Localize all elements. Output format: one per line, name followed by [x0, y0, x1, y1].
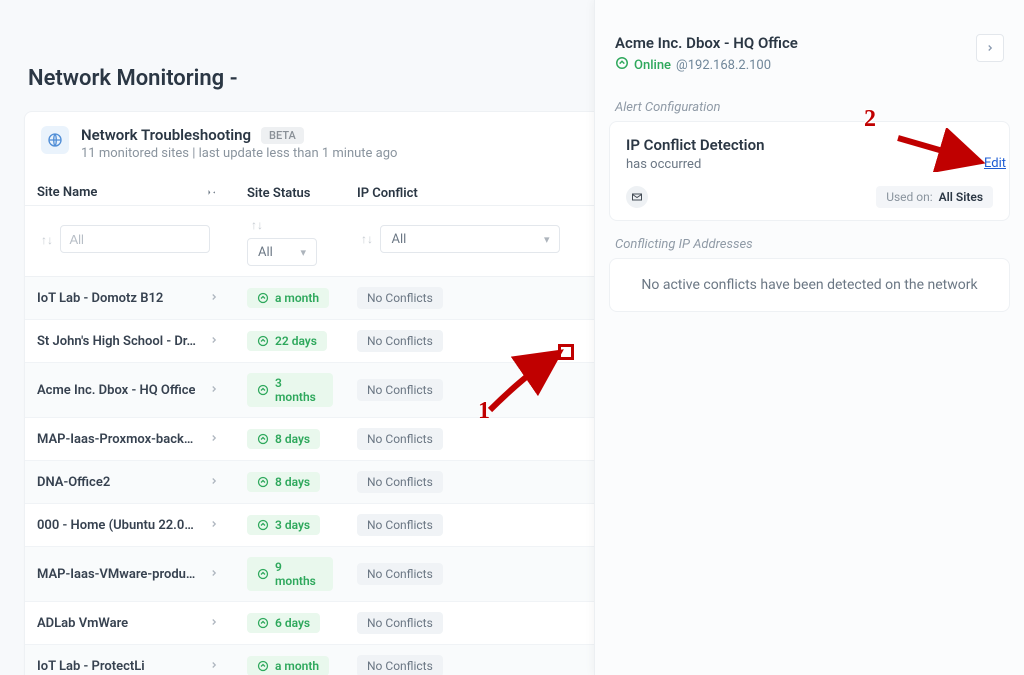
up-arrow-icon [257, 476, 269, 488]
col-site-status[interactable]: Site Status [247, 186, 311, 201]
edit-link[interactable]: Edit [984, 156, 1006, 171]
conflicting-addresses-section-label: Conflicting IP Addresses [595, 221, 1024, 258]
site-name-cell: ADLab VmWare [37, 616, 128, 631]
up-arrow-icon [257, 335, 269, 347]
status-pill: 22 days [247, 331, 327, 351]
up-arrow-icon [257, 384, 269, 396]
globe-icon [41, 126, 69, 154]
alert-subtitle: has occurred [626, 157, 993, 172]
alert-config-card: IP Conflict Detection has occurred Used … [609, 121, 1010, 221]
site-name-cell: IoT Lab - Domotz B12 [37, 291, 163, 306]
used-on-value: All Sites [939, 190, 983, 204]
status-pill: 8 days [247, 429, 320, 449]
status-pill: 9 months [247, 557, 333, 591]
chevron-right-icon[interactable] [205, 432, 223, 446]
status-pill: 6 days [247, 613, 320, 633]
sort-status-button[interactable]: ↑↓ [247, 212, 267, 238]
status-pill: 8 days [247, 472, 320, 492]
panel-expand-button[interactable] [976, 34, 1004, 62]
email-icon[interactable] [626, 186, 648, 208]
status-pill: a month [247, 656, 329, 675]
site-name-cell: 000 - Home (Ubuntu 22.04.0... [37, 518, 197, 533]
chevron-down-icon: ▾ [300, 246, 306, 259]
panel-ip-label: @192.168.2.100 [676, 58, 771, 73]
sort-site-name-button[interactable]: ↑↓ [37, 227, 57, 253]
alert-config-section-label: Alert Configuration [595, 84, 1024, 121]
chevron-right-icon[interactable] [205, 567, 223, 581]
chevron-right-icon[interactable] [205, 475, 223, 489]
filter-conflict-label: All [391, 232, 406, 247]
chevron-right-icon[interactable] [205, 383, 223, 397]
online-icon [615, 56, 629, 74]
conflict-pill: No Conflicts [357, 655, 443, 675]
site-name-cell: DNA-Office2 [37, 475, 110, 490]
panel-site-block: Acme Inc. Dbox - HQ Office Online @192.1… [595, 20, 1024, 84]
up-arrow-icon [257, 519, 269, 531]
detail-side-panel: Acme Inc. Dbox - HQ Office Online @192.1… [594, 0, 1024, 675]
conflicting-addresses-card: No active conflicts have been detected o… [609, 258, 1010, 312]
site-name-cell: MAP-Iaas-Proxmox-backup [37, 432, 197, 447]
up-arrow-icon [257, 660, 269, 672]
conflicting-empty-text: No active conflicts have been detected o… [641, 277, 977, 293]
sort-conflict-button[interactable]: ↑↓ [357, 226, 377, 252]
alert-title: IP Conflict Detection [626, 136, 993, 154]
conflict-pill: No Conflicts [357, 612, 443, 634]
conflict-pill: No Conflicts [357, 428, 443, 450]
chevron-right-icon[interactable] [205, 659, 223, 673]
filter-conflict-select[interactable]: All ▾ [380, 225, 560, 253]
filter-status-label: All [258, 245, 273, 260]
status-pill: 3 months [247, 373, 333, 407]
site-name-cell: St John's High School - Dr... [37, 334, 197, 349]
status-pill: a month [247, 288, 329, 308]
chevron-right-icon[interactable] [205, 291, 223, 305]
panel-header [595, 0, 1024, 20]
conflict-pill: No Conflicts [357, 563, 443, 585]
site-name-cell: Acme Inc. Dbox - HQ Office [37, 383, 195, 398]
beta-badge: BETA [261, 127, 304, 144]
status-pill: 3 days [247, 515, 320, 535]
conflict-pill: No Conflicts [357, 379, 443, 401]
panel-online-label: Online [634, 58, 671, 73]
site-name-cell: MAP-Iaas-VMware-product... [37, 567, 197, 582]
panel-site-name: Acme Inc. Dbox - HQ Office [615, 34, 798, 52]
filter-site-name-input[interactable] [60, 225, 210, 253]
card-subtitle: 11 monitored sites | last update less th… [81, 146, 397, 161]
chevron-right-icon[interactable] [205, 518, 223, 532]
used-on-label: Used on: [886, 190, 932, 204]
col-ip-conflict[interactable]: IP Conflict [357, 186, 418, 201]
card-title: Network Troubleshooting [81, 126, 251, 144]
up-arrow-icon [257, 568, 269, 580]
col-site-name[interactable]: Site Name [37, 185, 97, 200]
conflict-pill: No Conflicts [357, 287, 443, 309]
up-arrow-icon [257, 617, 269, 629]
up-arrow-icon [257, 292, 269, 304]
chevron-right-icon[interactable] [205, 616, 223, 630]
filter-status-select[interactable]: All ▾ [247, 238, 317, 266]
conflict-pill: No Conflicts [357, 471, 443, 493]
conflict-pill: No Conflicts [357, 514, 443, 536]
chevron-right-icon[interactable] [205, 334, 223, 348]
chevron-down-icon: ▾ [544, 233, 550, 246]
used-on-badge[interactable]: Used on: All Sites [876, 186, 993, 208]
pin-icon[interactable] [205, 185, 217, 201]
site-name-cell: IoT Lab - ProtectLi [37, 659, 145, 674]
conflict-pill: No Conflicts [357, 330, 443, 352]
up-arrow-icon [257, 433, 269, 445]
